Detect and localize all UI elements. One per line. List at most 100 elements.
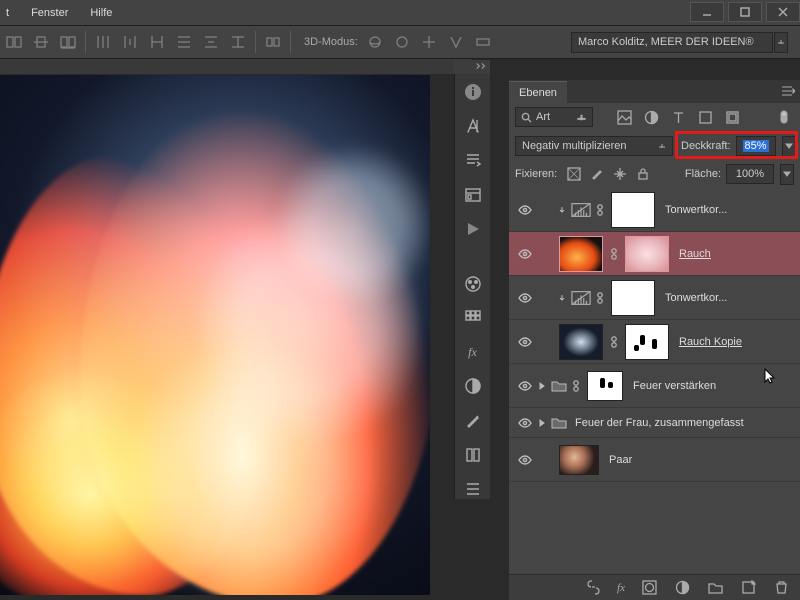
workspace-selector[interactable]: Marco Kolditz, MEER DER IDEEN® <box>571 32 773 53</box>
link-layers-icon[interactable] <box>584 579 602 597</box>
visibility-toggle-icon[interactable] <box>515 417 535 429</box>
dock-collapse-icon[interactable] <box>475 61 487 74</box>
auto-align-icon[interactable] <box>263 32 283 52</box>
filter-smart-icon[interactable] <box>723 108 741 126</box>
3d-pan-icon[interactable] <box>419 32 439 52</box>
filter-toggle-switch[interactable] <box>774 108 794 126</box>
layer-row[interactable]: Tonwertkor... <box>509 188 800 232</box>
brushes-panel-icon[interactable] <box>459 410 487 430</box>
layer-name[interactable]: Tonwertkor... <box>665 204 727 216</box>
paragraph-panel-icon[interactable] <box>459 150 487 170</box>
window-close-button[interactable] <box>766 2 800 22</box>
character-panel-icon[interactable] <box>459 116 487 136</box>
layer-name[interactable]: Paar <box>609 454 632 466</box>
distribute-icon[interactable] <box>174 32 194 52</box>
mask-link-icon[interactable] <box>607 247 621 261</box>
layer-name[interactable]: Tonwertkor... <box>665 292 727 304</box>
layer-row[interactable]: Rauch Kopie <box>509 320 800 364</box>
blend-mode-select[interactable]: Negativ multiplizieren <box>515 136 673 156</box>
menu-item[interactable]: t <box>6 7 9 19</box>
layer-fx-icon[interactable]: fx <box>617 579 625 597</box>
tab-layers[interactable]: Ebenen <box>509 81 567 103</box>
panel-icon[interactable] <box>459 445 487 465</box>
visibility-toggle-icon[interactable] <box>515 292 535 304</box>
layer-mask-thumbnail[interactable] <box>611 192 655 228</box>
distribute-icon[interactable] <box>201 32 221 52</box>
color-panel-icon[interactable] <box>459 274 487 294</box>
visibility-toggle-icon[interactable] <box>515 248 535 260</box>
layer-row[interactable]: Feuer verstärken <box>509 364 800 408</box>
layer-name[interactable]: Feuer der Frau, zusammengefasst <box>575 417 744 429</box>
document-canvas[interactable] <box>0 75 430 595</box>
layer-name[interactable]: Feuer verstärken <box>633 380 716 392</box>
3d-roll-icon[interactable] <box>392 32 412 52</box>
lock-position-icon[interactable] <box>611 166 628 183</box>
distribute-icon[interactable] <box>93 32 113 52</box>
layer-mask-thumbnail[interactable] <box>625 324 669 360</box>
window-maximize-button[interactable] <box>728 2 762 22</box>
new-adjustment-icon[interactable] <box>673 579 691 597</box>
adjustments-panel-icon[interactable] <box>459 376 487 396</box>
visibility-toggle-icon[interactable] <box>515 454 535 466</box>
visibility-toggle-icon[interactable] <box>515 204 535 216</box>
new-group-icon[interactable] <box>706 579 724 597</box>
layer-thumbnail[interactable] <box>559 445 599 475</box>
lock-all-icon[interactable] <box>634 166 651 183</box>
layer-row[interactable]: Feuer der Frau, zusammengefasst <box>509 408 800 438</box>
layer-mask-thumbnail[interactable] <box>611 280 655 316</box>
fill-dropdown-arrow[interactable] <box>780 164 794 185</box>
filter-type-icon[interactable] <box>669 108 687 126</box>
panel-icon[interactable] <box>459 185 487 205</box>
filter-shape-icon[interactable] <box>696 108 714 126</box>
3d-orbit-icon[interactable] <box>365 32 385 52</box>
layer-name[interactable]: Rauch Kopie <box>679 336 742 348</box>
align-icon[interactable] <box>58 32 78 52</box>
expand-arrow-icon[interactable] <box>535 419 549 427</box>
mask-link-icon[interactable] <box>593 291 607 305</box>
mask-link-icon[interactable] <box>593 203 607 217</box>
actions-panel-icon[interactable] <box>459 219 487 239</box>
align-icon[interactable] <box>4 32 24 52</box>
add-mask-icon[interactable] <box>640 579 658 597</box>
layer-thumbnail[interactable] <box>559 236 603 272</box>
layer-thumbnail[interactable] <box>559 324 603 360</box>
layer-row[interactable]: Tonwertkor... <box>509 276 800 320</box>
info-panel-icon[interactable] <box>459 82 487 102</box>
3d-scale-icon[interactable] <box>473 32 493 52</box>
swatches-panel-icon[interactable] <box>459 308 487 328</box>
panel-icon[interactable] <box>459 479 487 499</box>
layer-filter-label: Art <box>536 111 550 123</box>
fill-input[interactable]: 100% <box>726 164 774 184</box>
layer-filter-type[interactable]: Art <box>515 107 593 127</box>
align-icon[interactable] <box>31 32 51 52</box>
fill-label: Fläche: <box>685 168 721 180</box>
workspace-dropdown-arrow[interactable] <box>774 32 788 53</box>
mask-link-icon[interactable] <box>569 379 583 393</box>
layer-mask-thumbnail[interactable] <box>587 371 623 401</box>
layer-row[interactable]: Rauch <box>509 232 800 276</box>
distribute-icon[interactable] <box>120 32 140 52</box>
menu-item[interactable]: Fenster <box>31 7 68 19</box>
3d-slide-icon[interactable] <box>446 32 466 52</box>
distribute-icon[interactable] <box>147 32 167 52</box>
styles-panel-icon[interactable]: fx <box>459 342 487 362</box>
layer-name[interactable]: Rauch <box>679 248 711 260</box>
expand-arrow-icon[interactable] <box>535 382 549 390</box>
lock-transparency-icon[interactable] <box>565 166 582 183</box>
filter-pixel-icon[interactable] <box>615 108 633 126</box>
menu-item[interactable]: Hilfe <box>90 7 112 19</box>
visibility-toggle-icon[interactable] <box>515 380 535 392</box>
opacity-input[interactable]: 85% <box>736 136 776 156</box>
window-minimize-button[interactable] <box>690 2 724 22</box>
panel-menu-icon[interactable] <box>780 84 796 98</box>
visibility-toggle-icon[interactable] <box>515 336 535 348</box>
layer-row[interactable]: Paar <box>509 438 800 482</box>
new-layer-icon[interactable] <box>739 579 757 597</box>
lock-pixels-icon[interactable] <box>588 166 605 183</box>
layer-mask-thumbnail[interactable] <box>625 236 669 272</box>
delete-layer-icon[interactable] <box>772 579 790 597</box>
distribute-icon[interactable] <box>228 32 248 52</box>
mask-link-icon[interactable] <box>607 335 621 349</box>
filter-adjustment-icon[interactable] <box>642 108 660 126</box>
opacity-dropdown-arrow[interactable] <box>782 136 796 157</box>
